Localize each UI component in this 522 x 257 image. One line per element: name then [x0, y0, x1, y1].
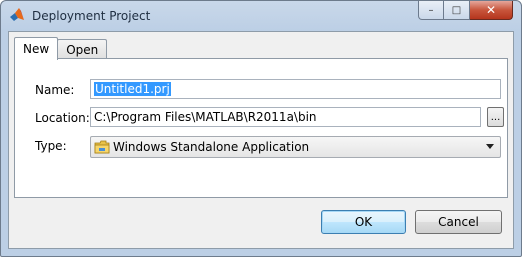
close-button[interactable]: ✕ [470, 1, 513, 20]
type-dropdown[interactable]: Windows Standalone Application [90, 136, 501, 158]
name-label: Name: [35, 83, 75, 97]
minimize-button[interactable]: – [418, 1, 444, 20]
ellipsis-icon: ... [490, 112, 501, 123]
name-field-value: Untitled1.prj [94, 82, 171, 96]
window-controls: – □ ✕ [418, 1, 513, 21]
location-field[interactable]: C:\Program Files\MATLAB\R2011a\bin [90, 107, 481, 127]
tab-new[interactable]: New [14, 37, 59, 60]
title-bar[interactable]: Deployment Project – □ ✕ [1, 1, 521, 31]
maximize-button[interactable]: □ [444, 1, 470, 20]
location-field-value: C:\Program Files\MATLAB\R2011a\bin [94, 110, 317, 124]
tab-strip: New Open [14, 37, 108, 60]
deployment-project-window: Deployment Project – □ ✕ New Open Name: … [0, 0, 522, 257]
ok-button[interactable]: OK [321, 210, 406, 234]
window-title: Deployment Project [32, 9, 151, 23]
tab-open[interactable]: Open [57, 39, 108, 59]
matlab-logo-icon [10, 8, 24, 21]
minimize-icon: – [428, 4, 434, 16]
type-label: Type: [35, 139, 67, 153]
cancel-button-label: Cancel [438, 215, 479, 229]
ok-button-label: OK [354, 215, 373, 229]
name-field[interactable]: Untitled1.prj [90, 79, 501, 99]
close-icon: ✕ [485, 3, 497, 17]
maximize-icon: □ [451, 4, 462, 16]
folder-icon [94, 140, 110, 154]
dialog-body: New Open Name: Untitled1.prj Location: C… [8, 31, 514, 249]
cancel-button[interactable]: Cancel [415, 210, 502, 234]
tab-panel-new: Name: Untitled1.prj Location: C:\Program… [14, 58, 508, 198]
browse-button[interactable]: ... [487, 107, 504, 127]
chevron-down-icon [486, 144, 494, 149]
type-dropdown-value: Windows Standalone Application [113, 140, 310, 154]
location-label: Location: [35, 111, 90, 125]
